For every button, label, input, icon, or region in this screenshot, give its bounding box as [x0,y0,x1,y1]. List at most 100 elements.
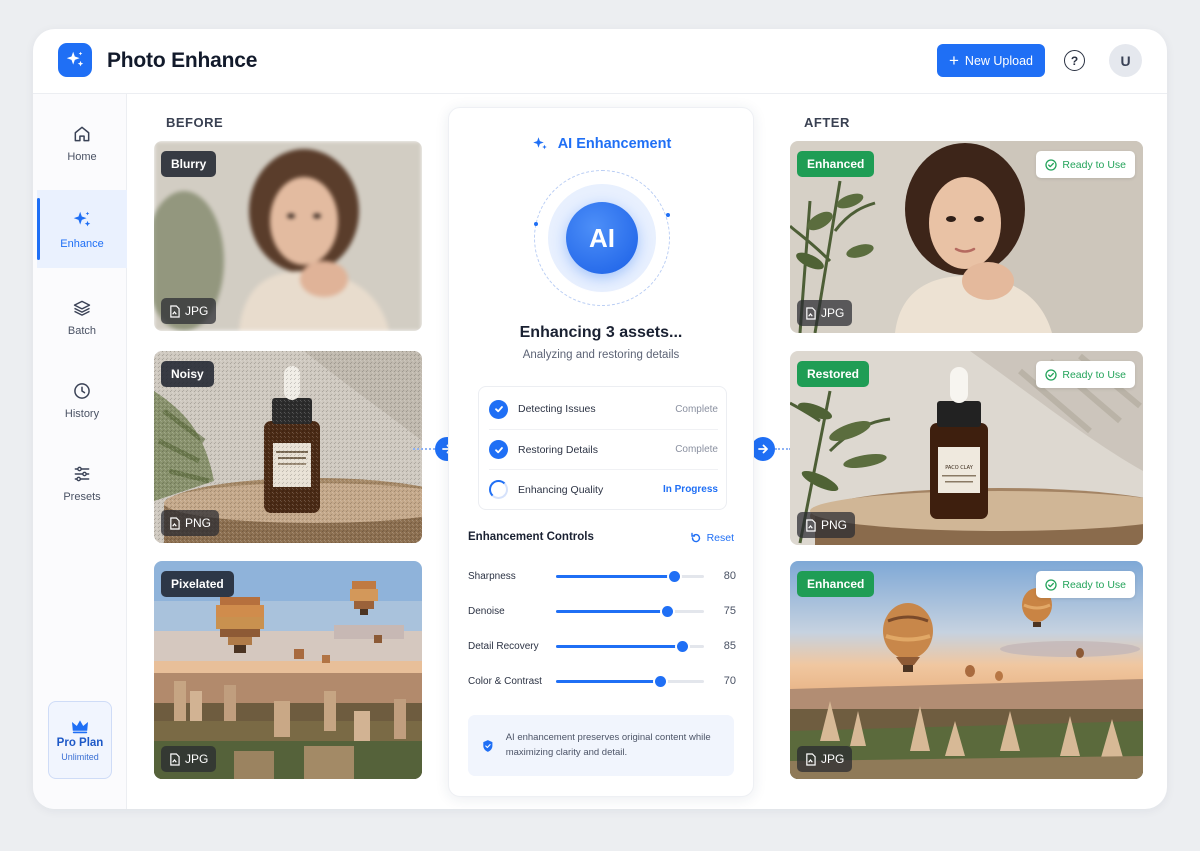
ai-orb: AI [534,170,670,306]
step-status: Complete [675,403,718,415]
sparkle-icon [66,51,84,67]
sidebar-item-history[interactable]: History [37,361,127,439]
help-icon[interactable]: ? [1064,50,1085,71]
before-image-product[interactable]: Noisy PNG [154,351,422,543]
format-label: PNG [185,516,212,530]
format-label: JPG [185,752,209,766]
step-label: Restoring Details [518,443,598,456]
svg-text:PACO CLAY: PACO CLAY [945,465,973,471]
arrow-right-icon [751,437,775,461]
check-circle-icon [1045,158,1058,171]
new-upload-label: New Upload [964,53,1034,68]
sidebar: Home Enhance Batch History Presets Pro P… [33,94,127,809]
home-icon [74,126,90,141]
shield-check-icon [483,739,493,752]
panel-header: AI Enhancement [449,135,753,153]
format-badge: JPG [797,746,853,772]
slider-fill [556,609,667,613]
step-label: Enhancing Quality [518,483,604,496]
new-upload-button[interactable]: + New Upload [937,44,1045,77]
pro-plan-subtitle: Unlimited [61,752,99,762]
ready-label: Ready to Use [1062,158,1126,171]
ready-label: Ready to Use [1062,578,1126,591]
plus-icon: + [948,50,959,70]
step-status: In Progress [662,484,718,495]
sidebar-item-label: Presets [63,490,101,503]
slider-track[interactable] [556,640,704,652]
slider-handle[interactable] [662,605,673,617]
sidebar-item-home[interactable]: Home [37,104,127,182]
slider-handle[interactable] [654,675,666,687]
ready-badge: Ready to Use [1036,361,1135,388]
header: Photo Enhance + New Upload ? U [33,29,1167,94]
check-circle-icon [1045,368,1058,381]
sidebar-item-batch[interactable]: Batch [37,278,127,356]
slider-label: Denoise [468,605,505,617]
file-icon [806,518,816,532]
sidebar-item-presets[interactable]: Presets [37,444,127,522]
ready-label: Ready to Use [1062,368,1126,381]
before-image-landscape[interactable]: Pixelated JPG [154,561,422,779]
step-enhancing-quality: Enhancing Quality In Progress [489,469,718,509]
format-badge: PNG [161,510,220,536]
flow-connector [775,448,791,450]
slider-color-contrast[interactable]: Color & Contrast 70 [468,671,736,691]
file-icon [170,516,180,530]
reset-button[interactable]: Reset [690,532,734,544]
slider-label: Sharpness [468,570,516,582]
slider-fill [556,574,675,578]
step-detecting-issues: Detecting Issues Complete [489,389,718,429]
sparkle-icon [73,211,91,226]
format-badge: PNG [797,512,856,538]
panel-title: AI Enhancement [557,136,672,152]
pro-plan-title: Pro Plan [56,737,104,749]
ai-orb-label: AI [566,202,638,274]
sidebar-item-label: Batch [67,324,97,337]
slider-track[interactable] [556,570,704,582]
after-image-portrait[interactable]: Enhanced Ready to Use JPG [790,141,1143,333]
ready-badge: Ready to Use [1036,151,1135,178]
ready-badge: Ready to Use [1036,571,1135,598]
status-subtitle: Analyzing and restoring details [522,349,680,361]
slider-value: 85 [723,640,736,652]
ai-enhancement-panel: AI Enhancement AI Enhancing 3 assets... … [448,107,754,797]
format-label: JPG [185,304,209,318]
slider-denoise[interactable]: Denoise 75 [468,601,736,621]
sidebar-item-label: History [64,407,100,420]
result-tag: Restored [797,361,870,387]
slider-sharpness[interactable]: Sharpness 80 [468,566,736,586]
check-circle-icon [489,399,508,419]
format-badge: JPG [797,300,853,326]
slider-value: 75 [723,605,736,617]
quality-tag: Noisy [161,361,214,387]
slider-handle[interactable] [669,570,681,582]
sidebar-item-enhance[interactable]: Enhance [37,190,127,268]
slider-value: 70 [723,675,736,687]
sidebar-item-label: Home [67,150,97,163]
orb-dot [666,213,670,217]
quality-tag: Pixelated [161,571,234,597]
file-icon [170,752,180,766]
slider-handle[interactable] [676,640,688,652]
before-image-portrait[interactable]: Blurry JPG [154,141,422,331]
after-image-product[interactable]: PACO CLAY Restored Ready to Use PNG [790,351,1143,545]
after-label: AFTER [804,115,850,130]
crown-icon [72,720,88,734]
format-label: JPG [821,306,845,320]
app-title: Photo Enhance [107,49,258,72]
avatar[interactable]: U [1109,44,1142,77]
info-note-text: AI enhancement preserves original conten… [505,731,711,758]
spinner-icon [489,480,508,499]
slider-value: 80 [723,570,736,582]
app-logo [58,43,92,77]
slider-track[interactable] [556,605,704,617]
slider-track[interactable] [556,675,704,687]
orb-dot [534,222,538,226]
pro-plan-card[interactable]: Pro Plan Unlimited [48,701,112,779]
slider-detail-recovery[interactable]: Detail Recovery 85 [468,636,736,656]
after-image-landscape[interactable]: Enhanced Ready to Use JPG [790,561,1143,779]
app-window: Photo Enhance + New Upload ? U Home Enha… [33,29,1167,809]
flow-connector [413,448,435,450]
progress-steps: Detecting Issues Complete Restoring Deta… [478,386,727,510]
check-circle-icon [1045,578,1058,591]
